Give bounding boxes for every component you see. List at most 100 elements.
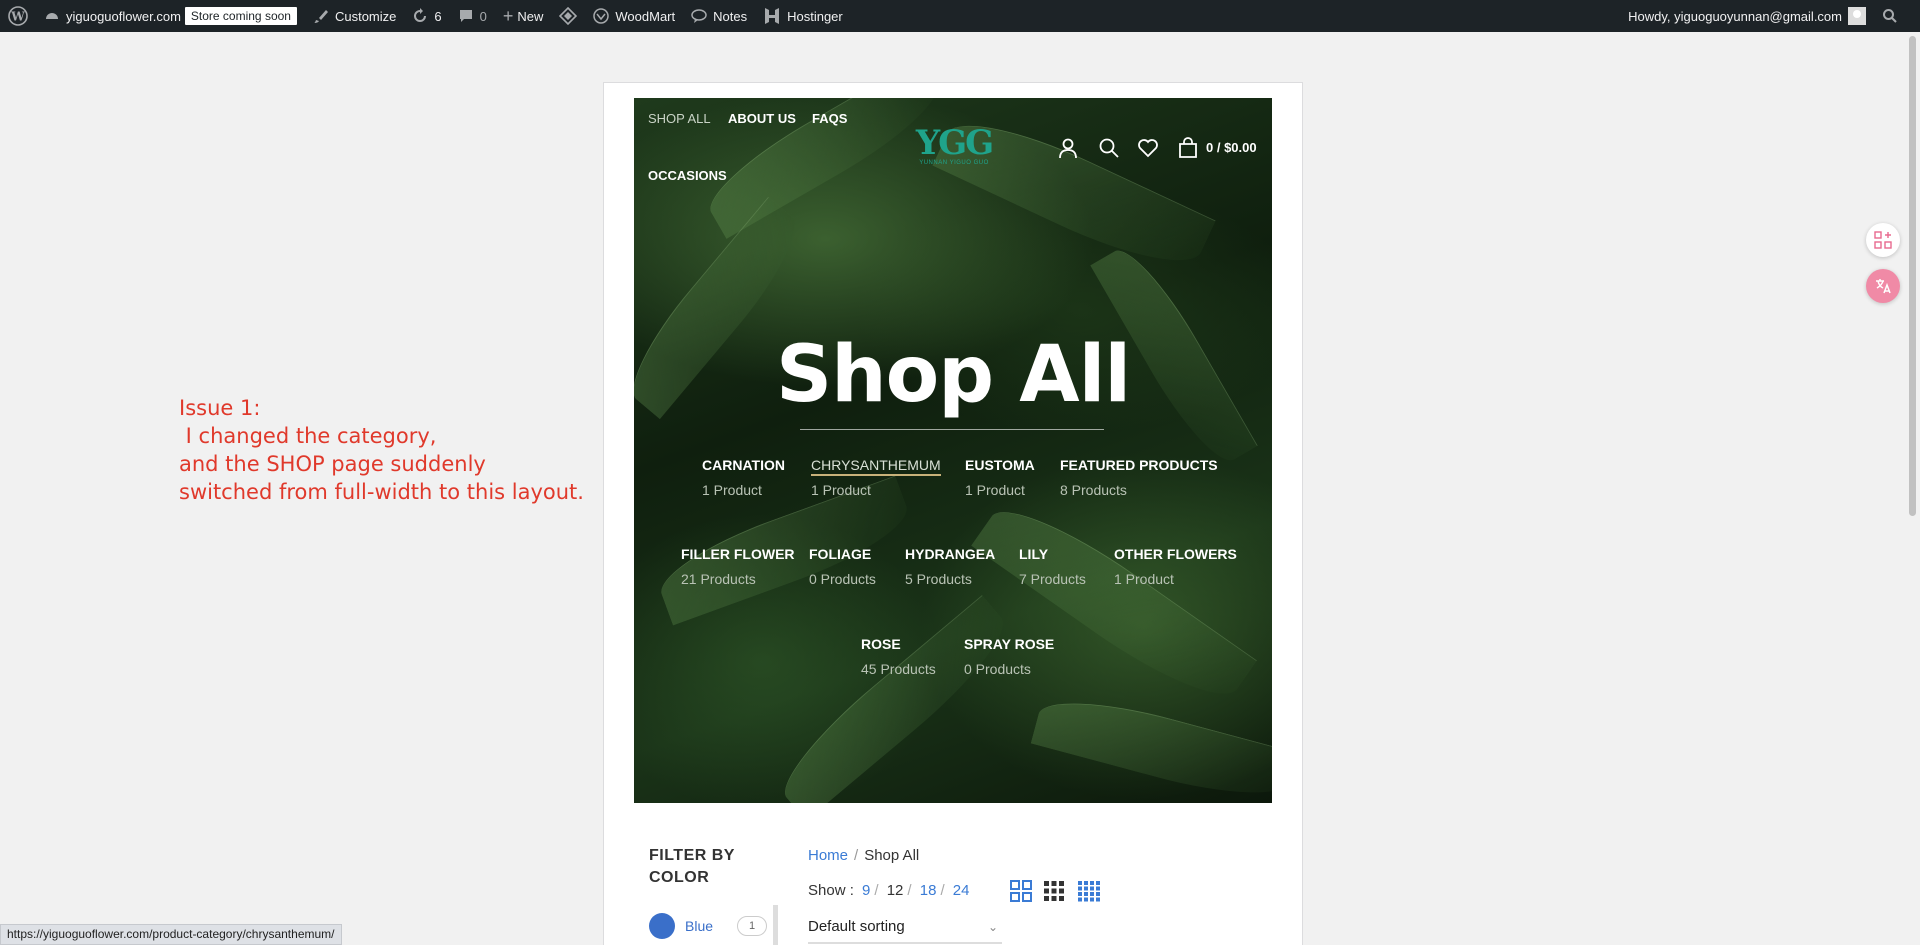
- category-count: 0 Products: [964, 661, 1031, 677]
- category-count: 1 Product: [702, 482, 762, 498]
- woodmart-link[interactable]: WoodMart: [585, 0, 683, 32]
- category-count: 1 Product: [1114, 571, 1174, 587]
- breadcrumb: Home / Shop All: [808, 847, 919, 864]
- account-menu[interactable]: Howdy, yiguoguoyunnan@gmail.com: [1620, 0, 1874, 32]
- hostinger-icon: [765, 8, 780, 24]
- admin-bar: W yiguoguoflower.com Store coming soon C…: [0, 0, 1920, 32]
- category-hydrangea[interactable]: HYDRANGEA 5 Products: [905, 546, 995, 587]
- category-filler-flower[interactable]: FILLER FLOWER 21 Products: [681, 546, 795, 587]
- admin-search-button[interactable]: [1874, 0, 1906, 32]
- category-name: FOLIAGE: [809, 546, 872, 562]
- category-count: 1 Product: [811, 482, 871, 498]
- color-filter-blue[interactable]: Blue 1: [649, 913, 767, 939]
- cart-total[interactable]: 0 / $0.00: [1206, 140, 1257, 155]
- sorting-value: Default sorting: [808, 918, 905, 935]
- show-option-18[interactable]: 18: [920, 882, 937, 899]
- cart-bag-icon[interactable]: [1177, 137, 1199, 159]
- logo-subtitle: YUNNAN YIGUO GUO: [919, 160, 989, 166]
- notes-label: Notes: [713, 8, 748, 24]
- updates-link[interactable]: 6: [404, 0, 449, 32]
- category-count: 7 Products: [1019, 571, 1086, 587]
- logo-mark: YGG: [915, 123, 994, 163]
- category-name: LILY: [1019, 546, 1049, 562]
- issue-annotation: Issue 1: I changed the category, and the…: [179, 396, 584, 504]
- nav-shop-all[interactable]: SHOP ALL: [648, 111, 711, 126]
- category-rose[interactable]: ROSE 45 Products: [861, 636, 936, 677]
- status-bar-url: https://yiguoguoflower.com/product-categ…: [0, 924, 342, 945]
- translate-icon[interactable]: [1866, 269, 1900, 303]
- nav-about-us[interactable]: ABOUT US: [728, 111, 796, 126]
- customize-link[interactable]: Customize: [305, 0, 404, 32]
- category-count: 8 Products: [1060, 482, 1127, 498]
- category-name: FILLER FLOWER: [681, 546, 795, 562]
- category-eustoma[interactable]: EUSTOMA 1 Product: [965, 457, 1035, 498]
- new-content-link[interactable]: + New: [495, 0, 552, 32]
- category-name: FEATURED PRODUCTS: [1060, 457, 1218, 473]
- category-name: EUSTOMA: [965, 457, 1035, 473]
- hostinger-link[interactable]: Hostinger: [755, 0, 851, 32]
- category-name: ROSE: [861, 636, 901, 652]
- comments-link[interactable]: 0: [450, 0, 495, 32]
- show-option-9[interactable]: 9: [862, 882, 870, 899]
- grid-2-columns-icon[interactable]: [1010, 880, 1032, 902]
- site-logo[interactable]: YGG YUNNAN YIGUO GUO: [914, 126, 994, 168]
- category-foliage[interactable]: FOLIAGE 0 Products: [809, 546, 876, 587]
- category-count: 0 Products: [809, 571, 876, 587]
- search-icon[interactable]: [1098, 137, 1120, 159]
- category-name: HYDRANGEA: [905, 546, 996, 562]
- hostinger-label: Hostinger: [787, 8, 843, 24]
- dashboard-icon: [46, 13, 58, 19]
- breadcrumb-home-link[interactable]: Home: [808, 847, 848, 864]
- blue-swatch: [649, 913, 675, 939]
- wishlist-heart-icon[interactable]: [1137, 137, 1159, 159]
- color-filter-count: 1: [737, 916, 767, 936]
- svg-text:W: W: [10, 10, 25, 24]
- search-icon: [1883, 9, 1897, 23]
- site-name: yiguoguoflower.com: [66, 8, 181, 24]
- chevron-down-icon: ⌄: [987, 920, 998, 934]
- page-title: Shop All: [775, 330, 1131, 420]
- wordpress-logo-icon[interactable]: W: [0, 0, 36, 32]
- category-count: 21 Products: [681, 571, 756, 587]
- sorting-select[interactable]: Default sorting ⌄: [808, 918, 1002, 944]
- category-name: SPRAY ROSE: [964, 636, 1055, 652]
- category-carnation[interactable]: CARNATION 1 Product: [702, 457, 785, 498]
- page-scrollbar[interactable]: [1905, 32, 1920, 945]
- category-featured-products[interactable]: FEATURED PRODUCTS 8 Products: [1060, 457, 1218, 498]
- plus-icon: +: [502, 5, 514, 26]
- woodmart-icon: [593, 8, 610, 24]
- sidebar-scrollbar[interactable]: [773, 905, 778, 945]
- category-spray-rose[interactable]: SPRAY ROSE 0 Products: [964, 636, 1054, 677]
- category-lily[interactable]: LILY 7 Products: [1019, 546, 1086, 587]
- filter-by-color-title: FILTER BY COLOR: [649, 847, 735, 886]
- category-count: 45 Products: [861, 661, 936, 677]
- diamond-link[interactable]: [551, 0, 585, 32]
- category-other-flowers[interactable]: OTHER FLOWERS 1 Product: [1114, 546, 1237, 587]
- account-icon[interactable]: [1057, 137, 1079, 159]
- notes-link[interactable]: Notes: [683, 0, 755, 32]
- scrollbar-thumb[interactable]: [1909, 36, 1916, 516]
- nav-faqs[interactable]: FAQS: [812, 111, 847, 126]
- category-chrysanthemum[interactable]: CHRYSANTHEMUM 1 Product: [811, 457, 941, 498]
- add-app-icon[interactable]: [1866, 223, 1900, 257]
- show-option-24[interactable]: 24: [953, 882, 970, 899]
- woodmart-label: WoodMart: [615, 8, 676, 24]
- howdy-label: Howdy, yiguoguoyunnan@gmail.com: [1628, 8, 1842, 24]
- hero-banner: [634, 98, 1272, 803]
- show-option-12[interactable]: 12: [887, 882, 904, 899]
- grid-3-columns-icon[interactable]: [1043, 880, 1065, 902]
- breadcrumb-current: Shop All: [864, 847, 920, 864]
- speech-bubble-icon: [691, 9, 707, 23]
- comments-count: 0: [479, 8, 487, 24]
- customize-label: Customize: [334, 8, 397, 24]
- site-name-link[interactable]: yiguoguoflower.com Store coming soon: [36, 0, 305, 32]
- comment-icon: [459, 10, 472, 22]
- category-name: OTHER FLOWERS: [1114, 546, 1237, 562]
- nav-occasions[interactable]: OCCASIONS: [648, 168, 727, 183]
- grid-4-columns-icon[interactable]: [1077, 880, 1100, 902]
- breadcrumb-separator: /: [854, 847, 859, 864]
- updates-count: 6: [434, 8, 442, 24]
- store-coming-soon-badge[interactable]: Store coming soon: [184, 7, 297, 25]
- category-name: CHRYSANTHEMUM: [811, 457, 941, 476]
- color-filter-label: Blue: [685, 918, 714, 934]
